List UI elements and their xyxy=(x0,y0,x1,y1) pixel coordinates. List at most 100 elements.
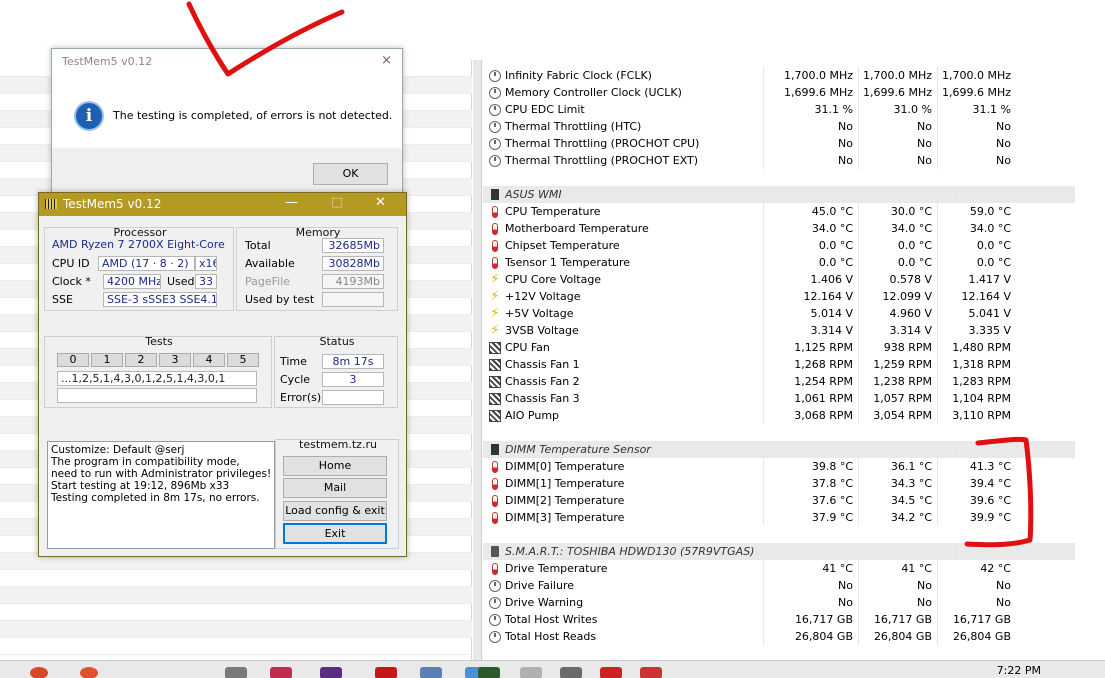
minimize-icon[interactable]: — xyxy=(285,195,298,210)
background-row xyxy=(0,604,472,621)
pagefile-label: PageFile xyxy=(245,275,291,288)
clock-icon xyxy=(489,154,501,167)
tests-group: Tests 012345 ...1,2,5,1,4,3,0,1,2,5,1,4,… xyxy=(44,335,272,408)
exit-button[interactable]: Exit xyxy=(283,523,387,544)
load-config-exit-button[interactable]: Load config & exit xyxy=(283,501,387,521)
sensor-row[interactable]: Total Host Reads 26,804 GB 26,804 GB 26,804… xyxy=(483,628,1075,645)
mail-button[interactable]: Mail xyxy=(283,478,387,498)
sensor-name: DIMM[2] Temperature xyxy=(505,494,625,507)
info-icon: i xyxy=(74,101,104,131)
sensor-name: Thermal Throttling (PROCHOT EXT) xyxy=(505,154,699,167)
sensor-min: 0.0 °C xyxy=(858,237,937,254)
sse-label: SSE xyxy=(52,293,73,306)
sensor-row[interactable]: Infinity Fabric Clock (FCLK) 1,700.0 MHz 1… xyxy=(483,67,1075,84)
sensor-row[interactable]: ⚡ CPU Core Voltage 1.406 V 0.578 V 1.417 V xyxy=(483,271,1075,288)
sensor-current: 12.164 V xyxy=(763,288,858,305)
taskbar-clock[interactable]: 7:22 PM xyxy=(997,664,1041,677)
sensor-row[interactable]: Drive Temperature 41 °C 41 °C 42 °C xyxy=(483,560,1075,577)
sensor-row[interactable]: ⚡ +12V Voltage 12.164 V 12.099 V 12.164 V xyxy=(483,288,1075,305)
sensor-max: 1,480 RPM xyxy=(937,339,1016,356)
used-value: 33 xyxy=(195,274,217,289)
sensor-row[interactable]: Chassis Fan 3 1,061 RPM 1,057 RPM 1,104 RPM xyxy=(483,390,1075,407)
app-icon[interactable] xyxy=(320,667,342,678)
sensor-current: 37.9 °C xyxy=(763,509,858,526)
sensor-row[interactable]: Tsensor 1 Temperature 0.0 °C 0.0 °C 0.0 °C xyxy=(483,254,1075,271)
sensor-row[interactable]: DIMM[0] Temperature 39.8 °C 36.1 °C 41.3 °C xyxy=(483,458,1075,475)
sensor-scrollbar[interactable] xyxy=(473,60,482,660)
sensor-max: No xyxy=(937,577,1016,594)
ok-button[interactable]: OK xyxy=(313,163,388,185)
sensor-group-header[interactable]: DIMM Temperature Sensor xyxy=(483,441,1075,458)
sensor-row[interactable]: ⚡ 3VSB Voltage 3.314 V 3.314 V 3.335 V xyxy=(483,322,1075,339)
app-icon[interactable] xyxy=(640,667,662,678)
sensor-row[interactable]: Thermal Throttling (PROCHOT CPU) No No No xyxy=(483,135,1075,152)
app-icon[interactable] xyxy=(560,667,582,678)
tests-heading: Tests xyxy=(145,335,173,348)
sensor-row[interactable]: Chipset Temperature 0.0 °C 0.0 °C 0.0 °C xyxy=(483,237,1075,254)
sensor-name: Chassis Fan 2 xyxy=(505,375,580,388)
memory-icon xyxy=(45,199,57,209)
sensor-row[interactable]: Thermal Throttling (PROCHOT EXT) No No No xyxy=(483,152,1075,169)
hwinfo-icon[interactable] xyxy=(478,667,500,678)
chrome-icon[interactable] xyxy=(30,667,48,678)
app-icon[interactable] xyxy=(600,667,622,678)
sensor-row[interactable]: CPU EDC Limit 31.1 % 31.0 % 31.1 % xyxy=(483,101,1075,118)
sensor-min: 12.099 V xyxy=(858,288,937,305)
sensor-current: 3,068 RPM xyxy=(763,407,858,424)
sensor-current: 16,717 GB xyxy=(763,611,858,628)
sensor-current: 45.0 °C xyxy=(763,203,858,220)
sensor-row[interactable]: Chassis Fan 2 1,254 RPM 1,238 RPM 1,283 RPM xyxy=(483,373,1075,390)
sensor-max: No xyxy=(937,118,1016,135)
sensor-row[interactable]: Motherboard Temperature 34.0 °C 34.0 °C 34.… xyxy=(483,220,1075,237)
sensor-min: 34.0 °C xyxy=(858,220,937,237)
app-icon[interactable] xyxy=(270,667,292,678)
sensor-current: 31.1 % xyxy=(763,101,858,118)
sensor-name: +5V Voltage xyxy=(505,307,574,320)
home-button[interactable]: Home xyxy=(283,456,387,476)
sensor-row[interactable]: AIO Pump 3,068 RPM 3,054 RPM 3,110 RPM xyxy=(483,407,1075,424)
sensor-group-header[interactable]: S.M.A.R.T.: TOSHIBA HDWD130 (57R9VTGAS) xyxy=(483,543,1075,560)
app-icon[interactable] xyxy=(225,667,247,678)
close-icon[interactable]: ✕ xyxy=(375,195,386,210)
sensor-max: 1,700.0 MHz xyxy=(937,67,1016,84)
voltage-icon: ⚡ xyxy=(490,305,500,321)
sensor-group-header[interactable]: ASUS WMI xyxy=(483,186,1075,203)
sensor-row[interactable]: Drive Warning No No No xyxy=(483,594,1075,611)
chrome-icon[interactable] xyxy=(80,667,98,678)
sensor-min: 30.0 °C xyxy=(858,203,937,220)
sensor-row[interactable]: CPU Fan 1,125 RPM 938 RPM 1,480 RPM xyxy=(483,339,1075,356)
sensor-name: Total Host Writes xyxy=(505,613,598,626)
sensor-min: 1,259 RPM xyxy=(858,356,937,373)
sensor-min: 1,700.0 MHz xyxy=(858,67,937,84)
usedbytest-label: Used by test xyxy=(245,293,315,306)
testmem5-titlebar[interactable]: TestMem5 v0.12 — □ ✕ xyxy=(39,193,406,216)
close-icon[interactable]: × xyxy=(381,53,392,68)
sensor-row[interactable]: Total Host Writes 16,717 GB 16,717 GB 16,71… xyxy=(483,611,1075,628)
sensor-name: Chassis Fan 3 xyxy=(505,392,580,405)
acrobat-icon[interactable] xyxy=(375,667,397,678)
sensor-row[interactable]: DIMM[1] Temperature 37.8 °C 34.3 °C 39.4 °C xyxy=(483,475,1075,492)
sensor-row[interactable]: ⚡ +5V Voltage 5.014 V 4.960 V 5.041 V xyxy=(483,305,1075,322)
sensor-row[interactable]: Chassis Fan 1 1,268 RPM 1,259 RPM 1,318 RPM xyxy=(483,356,1075,373)
app-icon[interactable] xyxy=(520,667,542,678)
total-value: 32685Mb xyxy=(322,238,384,253)
chip-icon xyxy=(491,444,499,455)
sensor-row[interactable]: Drive Failure No No No xyxy=(483,577,1075,594)
sensor-min: 3,054 RPM xyxy=(858,407,937,424)
test-sequence: ...1,2,5,1,4,3,0,1,2,5,1,4,3,0,1 xyxy=(57,371,257,386)
sensor-current: 39.8 °C xyxy=(763,458,858,475)
taskbar: 7:22 PM xyxy=(0,660,1105,678)
clock-icon xyxy=(489,613,501,626)
sensor-row[interactable]: DIMM[3] Temperature 37.9 °C 34.2 °C 39.9 °C xyxy=(483,509,1075,526)
sensor-current: 5.014 V xyxy=(763,305,858,322)
clock-icon xyxy=(489,630,501,643)
sensor-max: 0.0 °C xyxy=(937,254,1016,271)
test-cell: 0 xyxy=(57,353,89,367)
sensor-row[interactable]: CPU Temperature 45.0 °C 30.0 °C 59.0 °C xyxy=(483,203,1075,220)
sensor-row[interactable]: Memory Controller Clock (UCLK) 1,699.6 MH… xyxy=(483,84,1075,101)
sensor-row[interactable]: Thermal Throttling (HTC) No No No xyxy=(483,118,1075,135)
app-icon[interactable] xyxy=(420,667,442,678)
memory-group: Memory Total 32685Mb Available 30828Mb P… xyxy=(236,226,398,311)
sensor-row[interactable]: DIMM[2] Temperature 37.6 °C 34.5 °C 39.6 °C xyxy=(483,492,1075,509)
sensor-min: 41 °C xyxy=(858,560,937,577)
